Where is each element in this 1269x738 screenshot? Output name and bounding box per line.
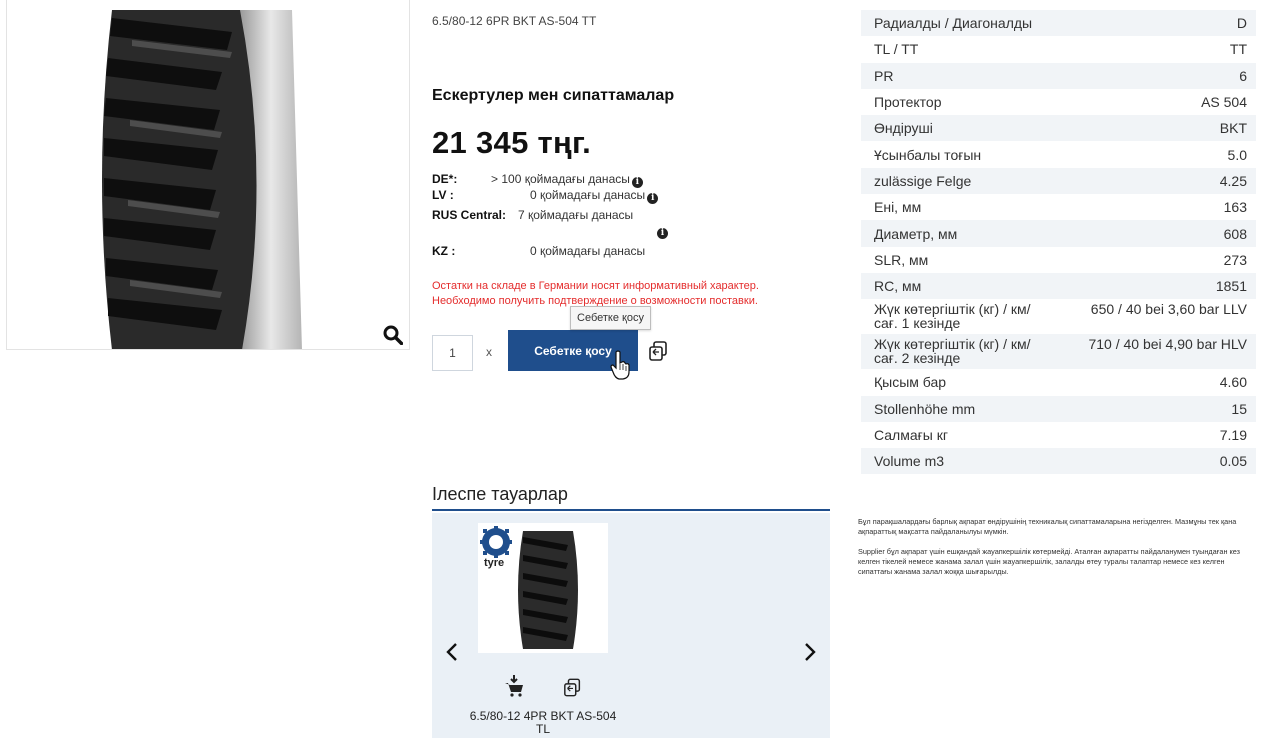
quantity-input[interactable] [432,335,473,371]
spec-value: 5.0 [1227,146,1247,163]
spec-label: Жүк көтергіштік (кг) / км/сағ. 2 кезінде [874,336,1031,367]
spec-value: 4.25 [1219,172,1247,189]
spec-label: Ұсынбалы тоғын [874,146,982,163]
spec-value: 608 [1223,225,1247,242]
carousel-prev-icon[interactable] [444,641,460,663]
add-to-cart-icon[interactable] [504,675,524,697]
stock-value: > 100 қоймадағы данасы i [491,172,643,188]
tyre-logo-label: tyre [484,557,505,569]
spec-label: Ені, мм [874,199,922,216]
related-tyre-image [518,531,578,649]
tyre-logo-icon [480,526,512,558]
spec-value: 710 / 40 bei 4,90 bar HLV [1088,336,1247,353]
stock-key: DE*: [432,172,458,186]
spec-row: PR 6 [861,62,1256,89]
spec-label: Протектор [874,94,942,111]
spec-row: Қысым бар 4.60 [861,369,1256,395]
spec-label: TL / TT [874,41,919,58]
spec-value: TT [1229,41,1247,58]
spec-row: Ені, мм 163 [861,194,1256,220]
stock-key: RUS Central: [432,208,507,222]
zoom-icon[interactable] [383,325,403,345]
spec-value: 1851 [1215,278,1247,295]
spec-label: Диаметр, мм [874,225,958,242]
info-icon[interactable]: i [631,177,643,188]
spec-label: PR [874,67,894,84]
carousel-next-icon[interactable] [802,641,818,663]
spec-label: Қысым бар [874,374,947,391]
spec-value: 650 / 40 bei 3,60 bar LLV [1090,301,1247,318]
stock-value: 7 қоймадағы данасы [518,208,634,222]
product-image-panel[interactable] [6,0,410,350]
related-compare-icon[interactable] [563,678,583,697]
spec-table: Радиалды / Диагоналды D TL / TT TT PR 6 Протек… [861,10,1256,475]
spec-row: SLR, мм 273 [861,247,1256,273]
hand-cursor-icon [610,350,630,380]
spec-row: Диаметр, мм 608 [861,220,1256,247]
spec-row: Салмағы кг 7.19 [861,422,1256,448]
spec-label: Stollenhöhe mm [874,400,976,417]
tyre-image [102,10,302,349]
spec-row: Протектор AS 504 [861,89,1256,115]
related-carousel: tyre 6.5/80-12 4PR BKT AS-504 TL [432,513,830,738]
spec-row: RC, мм 1851 [861,272,1256,300]
related-product-image[interactable]: tyre [478,523,608,653]
related-product-name[interactable]: 6.5/80-12 4PR BKT AS-504 TL [462,710,624,736]
disclaimer-paragraph: Бұл парақшалардағы барлық ақпарат өндіру… [858,517,1237,536]
spec-value: 0.05 [1219,453,1247,470]
related-divider [432,509,830,511]
info-icon[interactable]: i [657,228,668,239]
disclaimer: Бұл парақшалардағы барлық ақпарат өндіру… [858,517,1258,587]
stock-key: KZ : [432,244,456,258]
spec-value: 273 [1223,251,1247,268]
spec-value: 4.60 [1219,374,1247,391]
spec-value: 7.19 [1219,427,1247,443]
spec-label: Салмағы кг [874,427,948,443]
quantity-times: x [486,345,492,359]
spec-value: 15 [1231,400,1247,417]
section-title: Ескертулер мен сипаттамалар [432,87,675,104]
spec-value: 6 [1239,67,1247,84]
spec-label: zulässige Felge [874,172,972,189]
spec-row: Volume m3 0.05 [861,448,1256,475]
related-title: Ілеспе тауарлар [432,484,568,504]
stock-value: 0 қоймадағы данасы i [530,188,659,204]
spec-label: Радиалды / Диагоналды [874,15,1033,32]
spec-row: Радиалды / Диагоналды D [861,10,1256,37]
spec-row: Өндіруші BKT [861,115,1256,142]
spec-value: 163 [1223,199,1247,216]
spec-value: AS 504 [1201,94,1247,111]
spec-row: Stollenhöhe mm 15 [861,395,1256,422]
spec-value: D [1236,15,1247,32]
spec-label: Өндіруші [874,120,933,137]
spec-row: zulässige Felge 4.25 [861,167,1256,195]
spec-label: SLR, мм [874,251,929,268]
spec-row: Жүк көтергіштік (кг) / км/сағ. 2 кезінде… [861,334,1256,370]
stock-value: 0 қоймадағы данасы [530,244,646,258]
info-icon[interactable]: i [647,193,659,204]
disclaimer-paragraph: Supplier бұл ақпарат үшін ешқандай жауап… [858,547,1241,576]
stock-warning: Остатки на складе в Германии носят инфор… [432,280,759,307]
add-to-cart-tooltip: Себетке қосу [570,306,651,330]
compare-icon[interactable] [648,341,670,361]
spec-label: Жүк көтергіштік (кг) / км/сағ. 1 кезінде [874,301,1031,332]
spec-row: Жүк көтергіштік (кг) / км/сағ. 1 кезінде… [861,299,1256,334]
spec-row: Ұсынбалы тоғын 5.0 [861,141,1256,167]
stock-key: LV : [432,188,454,202]
spec-row: TL / TT TT [861,36,1256,62]
product-price: 21 345 тңг. [432,125,592,160]
product-sku: 6.5/80-12 6PR BKT AS-504 TT [432,14,597,28]
spec-value: BKT [1219,120,1247,137]
spec-label: Volume m3 [874,453,945,470]
spec-label: RC, мм [874,278,922,295]
